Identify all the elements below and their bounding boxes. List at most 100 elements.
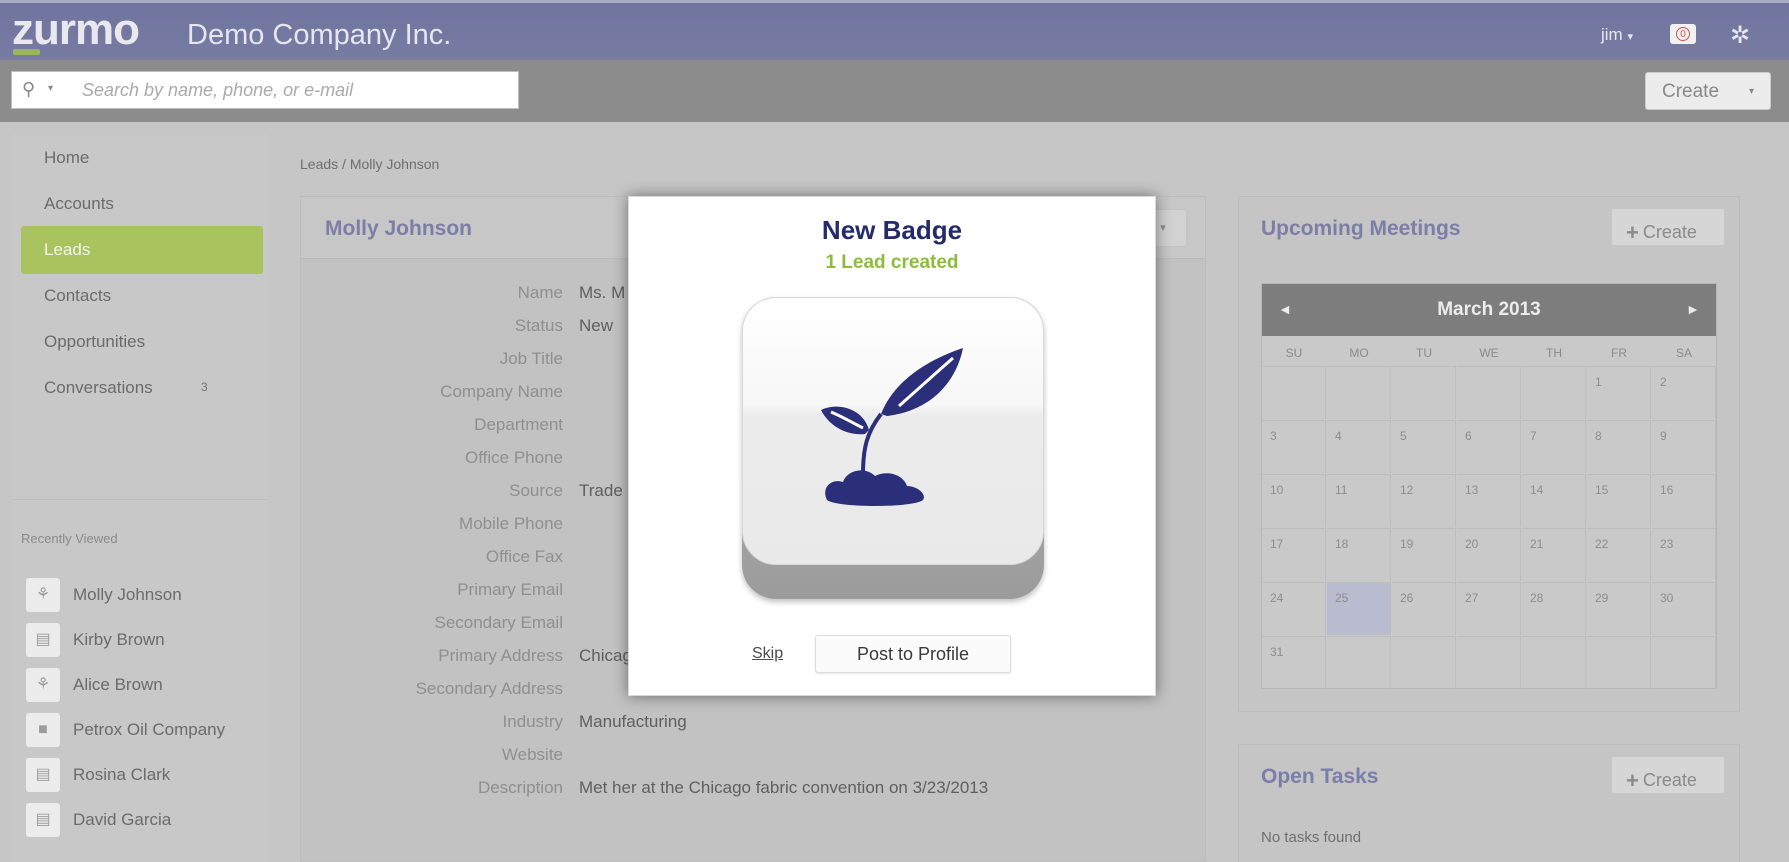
calendar-day-number: 2 — [1660, 375, 1667, 389]
recent-item-label: Molly Johnson — [73, 585, 182, 604]
create-menu-button[interactable]: Create ▾ — [1645, 72, 1771, 110]
create-meeting-button[interactable]: + Create — [1611, 208, 1725, 246]
calendar-day[interactable]: 9 — [1652, 420, 1716, 473]
user-name: jim — [1601, 25, 1623, 44]
gear-icon[interactable]: ✲ — [1730, 21, 1750, 50]
calendar-day[interactable]: 4 — [1327, 420, 1391, 473]
logo-accent — [13, 49, 40, 55]
app-window: zurmo Demo Company Inc. jim ▾ 0 ✲ ⚲ ▾ Cr… — [0, 0, 1789, 862]
recent-item-label: Alice Brown — [73, 675, 163, 694]
calendar-day[interactable]: 15 — [1587, 474, 1651, 527]
calendar-day-number: 7 — [1530, 429, 1537, 443]
breadcrumb[interactable]: Leads / Molly Johnson — [300, 156, 439, 172]
calendar-month: March 2013 — [1437, 299, 1541, 320]
calendar-day[interactable]: 11 — [1327, 474, 1391, 527]
seedling-icon — [821, 348, 963, 506]
calendar-day[interactable]: 19 — [1392, 528, 1456, 581]
calendar-day[interactable]: 10 — [1262, 474, 1326, 527]
calendar-day[interactable]: 5 — [1392, 420, 1456, 473]
calendar-day-number: 12 — [1400, 483, 1414, 497]
calendar-day[interactable] — [1392, 636, 1456, 689]
calendar-day[interactable]: 20 — [1457, 528, 1521, 581]
calendar-day[interactable]: 29 — [1587, 582, 1651, 635]
sidebar-item-label: Opportunities — [44, 332, 146, 351]
calendar-day-number: 8 — [1595, 429, 1602, 443]
calendar: ◄ March 2013 ► SU MO TU WE TH FR SA 1 2 3 4 5 6 7 8 9 10… — [1261, 283, 1717, 689]
calendar-weekday: SA — [1675, 346, 1692, 360]
calendar-day[interactable] — [1652, 636, 1716, 689]
calendar-day[interactable]: 7 — [1522, 420, 1586, 473]
search-icon[interactable]: ⚲ — [22, 79, 35, 100]
calendar-day-number: 28 — [1530, 591, 1544, 605]
calendar-day[interactable]: 26 — [1392, 582, 1456, 635]
sidebar-item-label: Home — [44, 148, 90, 167]
field-label: Office Phone — [465, 448, 563, 467]
calendar-day[interactable] — [1457, 636, 1521, 689]
field-value: Trade — [579, 481, 623, 500]
calendar-day-number: 21 — [1530, 537, 1544, 551]
upcoming-meetings-title: Upcoming Meetings — [1261, 217, 1461, 240]
sidebar-item-label: Contacts — [44, 286, 112, 305]
calendar-day[interactable] — [1327, 366, 1391, 419]
calendar-day[interactable]: 3 — [1262, 420, 1326, 473]
search-bar: ⚲ ▾ Create ▾ — [0, 60, 1789, 122]
sidebar-item-label: Conversations — [44, 378, 153, 397]
calendar-day-number: 30 — [1660, 591, 1674, 605]
calendar-day[interactable]: 21 — [1522, 528, 1586, 581]
calendar-day[interactable]: 8 — [1587, 420, 1651, 473]
sidebar-item-contacts[interactable]: Contacts — [21, 272, 263, 320]
lead-name-title: Molly Johnson — [325, 217, 472, 240]
calendar-day[interactable]: 28 — [1522, 582, 1586, 635]
calendar-day[interactable]: 16 — [1652, 474, 1716, 527]
contact-card-icon: ▤ — [26, 623, 60, 657]
calendar-day[interactable]: 6 — [1457, 420, 1521, 473]
recent-item-label: David Garcia — [73, 810, 172, 829]
sidebar-item-accounts[interactable]: Accounts — [21, 180, 263, 228]
lead-icon: ⚘ — [26, 668, 60, 702]
calendar-day[interactable]: 30 — [1652, 582, 1716, 635]
post-to-profile-button[interactable]: Post to Profile — [815, 635, 1011, 673]
calendar-day[interactable] — [1522, 636, 1586, 689]
notifications-button[interactable]: 0 — [1670, 24, 1696, 44]
calendar-day[interactable] — [1587, 636, 1651, 689]
recent-item-label: Petrox Oil Company — [73, 720, 226, 739]
calendar-day[interactable] — [1392, 366, 1456, 419]
calendar-day[interactable]: 27 — [1457, 582, 1521, 635]
search-input[interactable] — [82, 78, 502, 102]
calendar-day[interactable] — [1327, 636, 1391, 689]
calendar-day[interactable]: 14 — [1522, 474, 1586, 527]
calendar-day-number: 16 — [1660, 483, 1674, 497]
search-scope-caret[interactable]: ▾ — [48, 83, 53, 94]
skip-link[interactable]: Skip — [752, 645, 783, 663]
zurmo-logo[interactable]: zurmo — [12, 5, 140, 55]
create-task-button[interactable]: + Create — [1611, 756, 1725, 794]
calendar-weekday: MO — [1349, 346, 1369, 360]
calendar-day[interactable]: 24 — [1262, 582, 1326, 635]
calendar-day[interactable]: 17 — [1262, 528, 1326, 581]
calendar-day[interactable]: 1 — [1587, 366, 1651, 419]
calendar-day[interactable] — [1522, 366, 1586, 419]
calendar-day[interactable]: 23 — [1652, 528, 1716, 581]
calendar-weekday: TH — [1546, 346, 1562, 360]
calendar-day[interactable]: 13 — [1457, 474, 1521, 527]
calendar-day[interactable]: 12 — [1392, 474, 1456, 527]
user-menu[interactable]: jim ▾ — [1601, 25, 1633, 45]
calendar-day-number: 6 — [1465, 429, 1472, 443]
calendar-day[interactable]: 2 — [1652, 366, 1716, 419]
calendar-day[interactable] — [1457, 366, 1521, 419]
calendar-next-icon[interactable]: ► — [1686, 301, 1700, 317]
sidebar-item-home[interactable]: Home — [21, 134, 263, 182]
calendar-day[interactable]: 18 — [1327, 528, 1391, 581]
calendar-day[interactable] — [1262, 366, 1326, 419]
calendar-day-number: 20 — [1465, 537, 1479, 551]
calendar-day[interactable]: 31 — [1262, 636, 1326, 689]
field-label: Industry — [502, 712, 563, 731]
badge-face — [742, 297, 1044, 565]
calendar-day-number: 25 — [1335, 591, 1349, 605]
sidebar-item-opportunities[interactable]: Opportunities — [21, 318, 263, 366]
sidebar-item-leads[interactable]: Leads — [21, 226, 263, 274]
no-tasks-message: No tasks found — [1261, 829, 1362, 846]
calendar-day[interactable]: 22 — [1587, 528, 1651, 581]
calendar-day[interactable]: 25 — [1327, 582, 1391, 635]
sidebar-item-conversations[interactable]: Conversations 3 — [21, 364, 263, 412]
